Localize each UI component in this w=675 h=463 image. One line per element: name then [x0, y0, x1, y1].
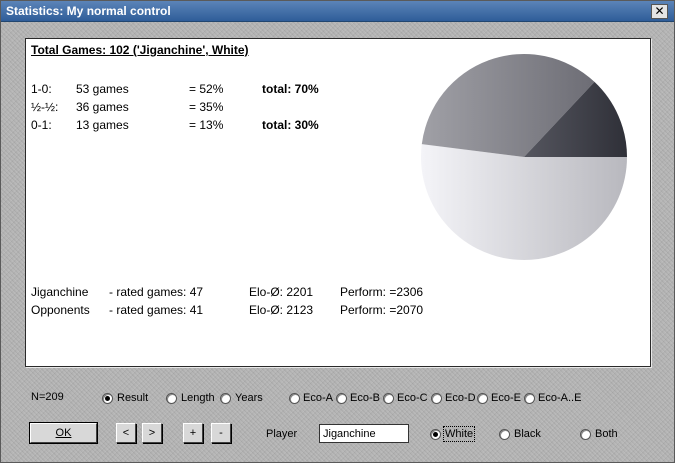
player-field-label: Player [266, 428, 298, 440]
radio-eco-a[interactable] [289, 393, 300, 404]
radio-eco-b[interactable] [336, 393, 347, 404]
result-percent: = 52% [189, 82, 224, 96]
radio-eco-c[interactable] [383, 393, 394, 404]
radio-eco-all-label[interactable]: Eco-A..E [538, 392, 581, 404]
radio-eco-all[interactable] [524, 393, 535, 404]
result-games: 13 games [76, 118, 129, 132]
result-label: ½-½: [31, 100, 59, 114]
radio-white-label[interactable]: White [442, 426, 476, 442]
radio-eco-e[interactable] [477, 393, 488, 404]
radio-eco-d[interactable] [431, 393, 442, 404]
player-perform: Perform: =2306 [340, 285, 424, 299]
result-total: total: 30% [262, 118, 319, 132]
result-label: 0-1: [31, 118, 52, 132]
result-games: 36 games [76, 100, 129, 114]
close-button[interactable]: ✕ [651, 4, 668, 19]
player-input[interactable] [319, 424, 409, 443]
radio-result-label[interactable]: Result [117, 392, 148, 404]
radio-eco-a-label[interactable]: Eco-A [303, 392, 333, 404]
radio-both[interactable] [580, 429, 591, 440]
previous-button-label: < [122, 427, 130, 439]
plus-button-label: + [189, 427, 197, 439]
player-rated-games: - rated games: 47 [109, 285, 204, 299]
next-button[interactable]: > [142, 423, 162, 443]
previous-button[interactable]: < [116, 423, 136, 443]
radio-length[interactable] [166, 393, 177, 404]
plus-button[interactable]: + [183, 423, 203, 443]
radio-length-label[interactable]: Length [181, 392, 215, 404]
pie-slice [421, 144, 627, 260]
close-icon: ✕ [654, 4, 665, 18]
result-label: 1-0: [31, 82, 52, 96]
player-perform: Perform: =2070 [340, 303, 424, 317]
result-percent: = 35% [189, 100, 224, 114]
minus-button[interactable]: - [211, 423, 231, 443]
ok-button[interactable]: OK [29, 422, 98, 444]
radio-black-label[interactable]: Black [514, 428, 541, 440]
result-percent: = 13% [189, 118, 224, 132]
minus-button-label: - [219, 427, 223, 439]
total-games-heading: Total Games: 102 ('Jiganchine', White) [31, 43, 249, 57]
result-games: 53 games [76, 82, 129, 96]
radio-eco-e-label[interactable]: Eco-E [491, 392, 521, 404]
next-button-label: > [148, 427, 156, 439]
statistics-panel: Total Games: 102 ('Jiganchine', White) 1… [25, 38, 651, 367]
radio-eco-b-label[interactable]: Eco-B [350, 392, 380, 404]
radio-years[interactable] [220, 393, 231, 404]
radio-black[interactable] [499, 429, 510, 440]
radio-years-label[interactable]: Years [235, 392, 263, 404]
result-total: total: 70% [262, 82, 319, 96]
radio-result[interactable] [102, 393, 113, 404]
radio-white[interactable] [430, 429, 441, 440]
radio-eco-c-label[interactable]: Eco-C [397, 392, 428, 404]
n-count: N=209 [31, 391, 64, 403]
player-elo: Elo-Ø: 2201 [249, 285, 314, 299]
results-pie-chart [421, 53, 627, 260]
statistics-window: Statistics: My normal control ✕ Total Ga… [0, 0, 675, 463]
radio-eco-d-label[interactable]: Eco-D [445, 392, 476, 404]
player-elo: Elo-Ø: 2123 [249, 303, 314, 317]
window-title: Statistics: My normal control [6, 4, 171, 18]
player-rated-games: - rated games: 41 [109, 303, 204, 317]
radio-both-label[interactable]: Both [595, 428, 618, 440]
player-name: Opponents [31, 303, 90, 317]
player-name: Jiganchine [31, 285, 89, 299]
ok-button-label: OK [55, 427, 72, 439]
title-bar[interactable]: Statistics: My normal control ✕ [1, 1, 674, 22]
